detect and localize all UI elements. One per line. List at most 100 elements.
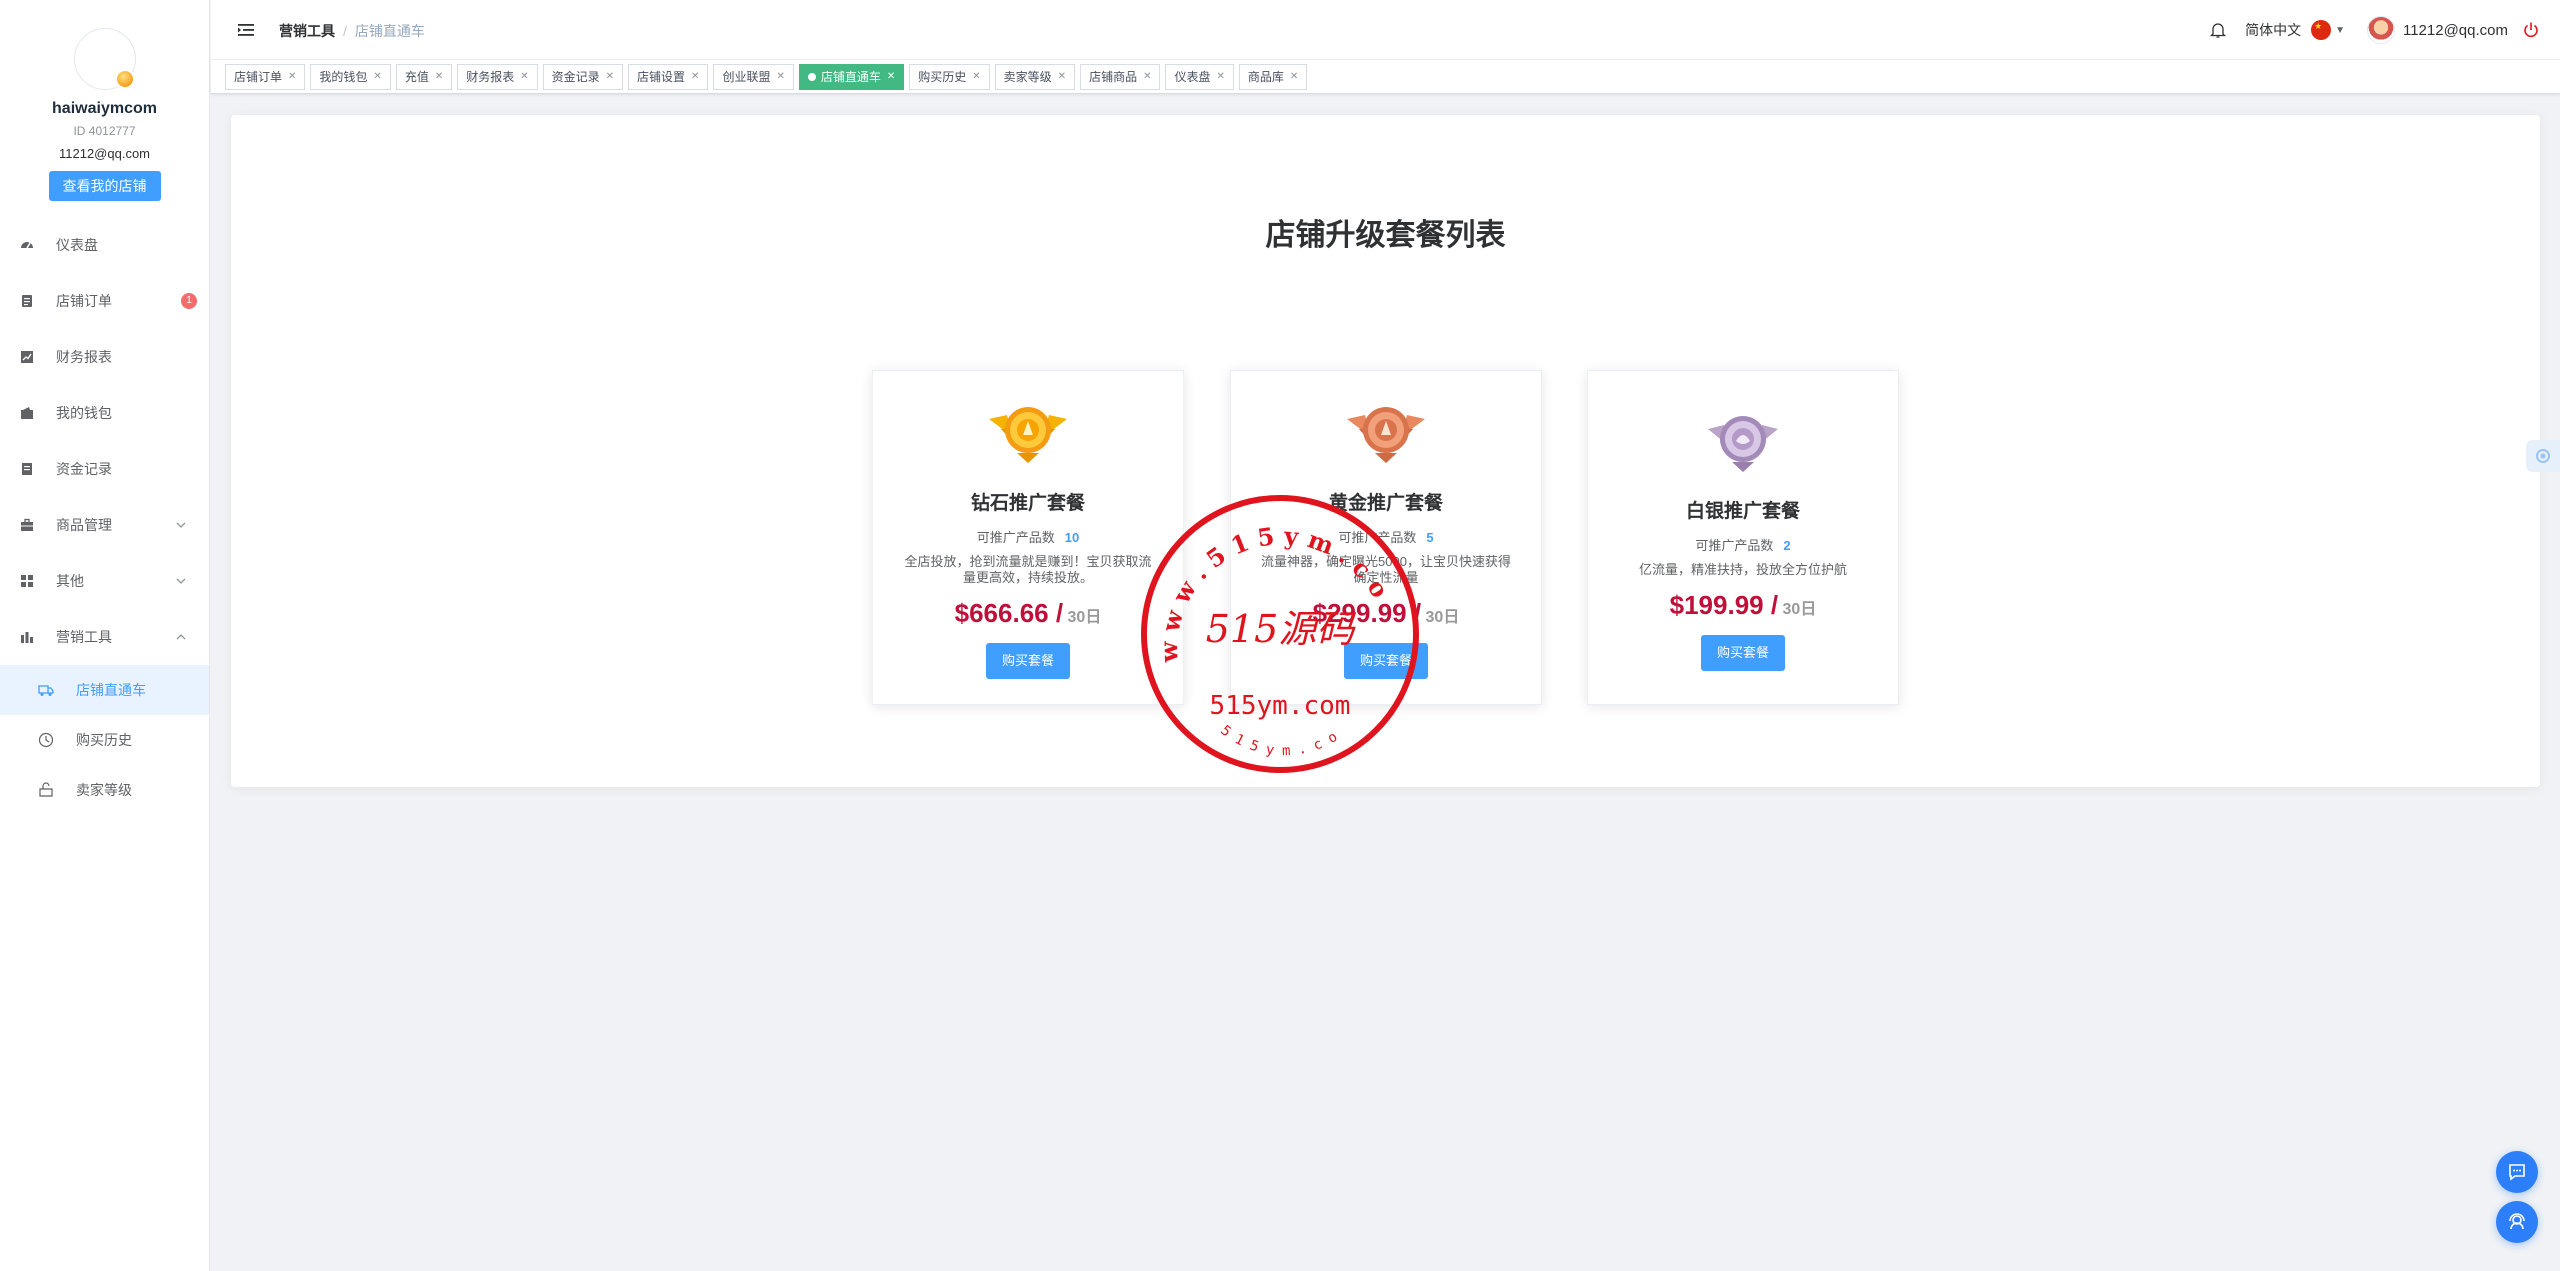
close-icon[interactable]: ✕ (1290, 65, 1298, 89)
clipboard-icon (20, 294, 34, 308)
close-icon[interactable]: ✕ (520, 65, 528, 89)
sidebar: haiwaiymcom ID 4012777 11212@qq.com 查看我的… (0, 0, 210, 1271)
tag-label: 购买历史 (918, 69, 967, 84)
tag-seller-level[interactable]: 卖家等级 ✕ (994, 63, 1076, 90)
view-my-shop-button[interactable]: 查看我的店铺 (48, 171, 161, 201)
tag-label: 店铺设置 (637, 69, 686, 84)
bar-chart-icon (20, 630, 34, 644)
truck-icon (38, 682, 54, 698)
power-icon[interactable] (2522, 21, 2540, 39)
plan-name: 黄金推广套餐 (1328, 493, 1443, 514)
tag-shop-products[interactable]: 店铺商品 ✕ (1080, 63, 1161, 90)
sidebar-item-label: 其他 (56, 573, 84, 589)
sidebar-item-dashboard[interactable]: 仪表盘 (0, 217, 209, 273)
silver-medal-icon (1708, 416, 1778, 472)
chevron-up-icon (176, 634, 186, 640)
sidebar-item-label: 资金记录 (56, 461, 112, 477)
sidebar-item-product-management[interactable]: 商品管理 (0, 497, 209, 553)
vip-badge-icon (114, 69, 135, 89)
breadcrumb-separator: / (343, 23, 347, 39)
sidebar-subitem-label: 卖家等级 (76, 782, 132, 798)
tag-label: 我的钱包 (319, 69, 368, 84)
header-user-email[interactable]: 11212@qq.com (2403, 22, 2508, 39)
china-flag-icon[interactable] (2311, 20, 2332, 40)
sidebar-subitem-purchase-history[interactable]: 购买历史 (0, 715, 209, 765)
buy-plan-button[interactable]: 购买套餐 (985, 643, 1070, 679)
price-unit: 30日 (1067, 609, 1102, 626)
close-icon[interactable]: ✕ (606, 65, 614, 89)
buy-plan-button[interactable]: 购买套餐 (1343, 643, 1428, 679)
tag-purchase-history[interactable]: 购买历史 ✕ (909, 63, 990, 90)
sidebar-item-fund-records[interactable]: 资金记录 (0, 441, 209, 497)
close-icon[interactable]: ✕ (887, 65, 895, 89)
close-icon[interactable]: ✕ (373, 65, 381, 89)
breadcrumb-parent[interactable]: 营销工具 (279, 23, 335, 39)
plan-product-count: 可推广产品数 5 (1231, 527, 1541, 546)
tag-dashboard[interactable]: 仪表盘 ✕ (1165, 63, 1234, 90)
price-amount: $666.66 / (954, 598, 1064, 628)
close-icon[interactable]: ✕ (435, 65, 443, 89)
close-icon[interactable]: ✕ (1216, 65, 1224, 89)
tag-recharge[interactable]: 充值 ✕ (395, 63, 453, 90)
close-icon[interactable]: ✕ (1058, 65, 1066, 89)
user-avatar[interactable] (2366, 16, 2395, 44)
top-header: 营销工具 / 店铺直通车 简体中文 ▼ 11212@qq.com (211, 0, 2560, 60)
buy-plan-button[interactable]: 购买套餐 (1700, 635, 1785, 671)
close-icon[interactable]: ✕ (288, 65, 296, 89)
tag-product-library[interactable]: 商品库 ✕ (1238, 63, 1308, 90)
count-label: 可推广产品数 (976, 530, 1055, 545)
tag-label: 仪表盘 (1174, 69, 1211, 84)
tag-shop-orders[interactable]: 店铺订单 ✕ (225, 63, 306, 90)
sidebar-item-label: 仪表盘 (56, 237, 98, 253)
profile-email: 11212@qq.com (58, 146, 150, 161)
tag-label: 创业联盟 (722, 69, 771, 84)
sidebar-item-financial-report[interactable]: 财务报表 (0, 329, 209, 385)
close-icon[interactable]: ✕ (691, 65, 699, 89)
sidebar-item-marketing-tools[interactable]: 营销工具 (0, 609, 209, 665)
price-amount: $299.99 / (1312, 598, 1422, 628)
sidebar-subitem-seller-level[interactable]: 卖家等级 (0, 765, 209, 815)
price-unit: 30日 (1425, 609, 1460, 626)
tag-financial-report[interactable]: 财务报表 ✕ (457, 63, 538, 90)
tag-label: 财务报表 (466, 69, 515, 84)
sidebar-item-label: 财务报表 (56, 349, 112, 365)
sidebar-subitem-label: 店铺直通车 (76, 682, 146, 698)
menu-toggle-icon[interactable] (237, 21, 255, 39)
theme-settings-button[interactable] (2526, 440, 2560, 472)
sidebar-item-label: 店铺订单 (56, 293, 112, 309)
tag-my-wallet[interactable]: 我的钱包 ✕ (310, 63, 391, 90)
close-icon[interactable]: ✕ (1143, 65, 1151, 89)
tag-shop-settings[interactable]: 店铺设置 ✕ (628, 63, 709, 90)
caret-down-icon[interactable]: ▼ (2335, 25, 2345, 36)
close-icon[interactable]: ✕ (776, 65, 784, 89)
language-label[interactable]: 简体中文 (2245, 20, 2301, 40)
page-title: 店铺升级套餐列表 (1265, 219, 1506, 252)
breadcrumb-current: 店铺直通车 (354, 23, 425, 39)
chat-button[interactable] (2496, 1151, 2538, 1193)
sidebar-item-other[interactable]: 其他 (0, 553, 209, 609)
plan-description: 全店投放，抢到流量就是赚到！宝贝获取流量更高效，持续投放。 (904, 554, 1152, 585)
customer-support-button[interactable] (2496, 1201, 2538, 1243)
tag-label: 店铺商品 (1089, 69, 1138, 84)
sidebar-item-my-wallet[interactable]: 我的钱包 (0, 385, 209, 441)
tag-shop-express[interactable]: 店铺直通车 ✕ (798, 63, 905, 90)
sidebar-subitem-shop-express[interactable]: 店铺直通车 (0, 665, 209, 715)
bell-icon[interactable] (2209, 21, 2227, 39)
tag-label: 店铺直通车 (820, 69, 881, 84)
avatar[interactable] (73, 28, 136, 90)
close-icon[interactable]: ✕ (972, 65, 980, 89)
plan-price: $199.99 / 30日 (1588, 590, 1898, 621)
price-unit: 30日 (1782, 601, 1817, 618)
tag-label: 资金记录 (551, 69, 600, 84)
tag-label: 店铺订单 (234, 69, 283, 84)
sidebar-item-shop-orders[interactable]: 店铺订单 1 (0, 273, 209, 329)
tags-view: 店铺订单 ✕ 我的钱包 ✕ 充值 ✕ 财务报表 ✕ 资金记录 ✕ 店铺设置 ✕ 创业联盟 ✕ … (211, 60, 2560, 94)
chat-bubble-icon (2509, 1164, 2525, 1181)
plan-price: $666.66 / 30日 (873, 598, 1183, 629)
profile-id: ID 4012777 (73, 124, 136, 138)
active-dot-icon (807, 72, 816, 81)
profile-panel: haiwaiymcom ID 4012777 11212@qq.com 查看我的… (0, 0, 209, 201)
wallet-icon (20, 406, 34, 420)
tag-fund-records[interactable]: 资金记录 ✕ (542, 63, 624, 90)
tag-startup-alliance[interactable]: 创业联盟 ✕ (713, 63, 794, 90)
